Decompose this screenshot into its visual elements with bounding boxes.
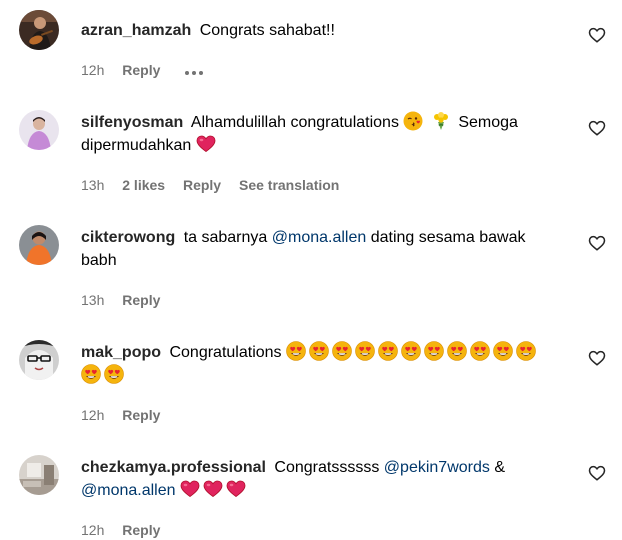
comment-text: silfenyosman Alhamdulillah congratulatio… [81,111,561,157]
comment-time[interactable]: 13h [81,177,104,193]
comment-body: ta sabarnya [183,229,268,246]
comment-time[interactable]: 13h [81,292,104,308]
comment-meta: 12h Reply [81,406,174,424]
see-translation-button[interactable]: See translation [239,177,339,193]
like-heart-icon[interactable] [588,119,606,137]
person-glasses-avatar [19,340,59,380]
comment-text: azran_hamzah Congrats sahabat!! [81,19,561,42]
heart-eyes-emoji [516,341,536,361]
red-heart-emoji [180,479,200,499]
red-heart-emoji [196,134,216,154]
comment-body-continued: Semoga [458,114,518,131]
comment-text: mak_popo Congratulations [81,341,561,387]
comment-body-ampersand: & [494,459,505,476]
person-orange-avatar [19,225,59,265]
comment-body: Congratssssss [274,459,380,476]
mention-link[interactable]: @mona.allen [272,229,367,246]
like-heart-icon[interactable] [588,464,606,482]
reply-button[interactable]: Reply [122,407,160,423]
like-heart-icon[interactable] [588,234,606,252]
comment-body-line2: dipermudahkan [81,137,192,154]
comment-text: chezkamya.professional Congratssssss @pe… [81,456,561,502]
heart-eyes-emoji [470,341,490,361]
comment-body-continued: dating sesama bawak [370,229,526,246]
heart-eyes-emoji [286,341,306,361]
red-heart-emoji [226,479,246,499]
comment-body-line2: babh [81,252,117,269]
comment-body: Alhamdulillah congratulations [190,114,399,131]
comment-time[interactable]: 12h [81,522,104,538]
like-heart-icon[interactable] [588,349,606,367]
comment-username[interactable]: cikterowong [81,229,175,246]
avatar[interactable] [19,10,59,50]
comment-meta: 13h 2 likes Reply See translation [81,176,353,194]
heart-eyes-emoji [493,341,513,361]
room-avatar [19,455,59,495]
person-guitar-avatar [19,10,59,50]
comment-meta: 12h Reply [81,521,174,539]
avatar[interactable] [19,455,59,495]
likes-count-button[interactable]: 2 likes [122,177,165,193]
kissing-face-emoji [403,111,424,131]
heart-eyes-emoji [401,341,421,361]
comment-username[interactable]: mak_popo [81,344,161,361]
reply-button[interactable]: Reply [122,522,160,538]
mention-link[interactable]: @mona.allen [81,482,176,499]
heart-eyes-emoji [104,364,124,384]
comment-body: Congratulations [169,344,282,361]
heart-eyes-emoji [309,341,329,361]
reply-button[interactable]: Reply [183,177,221,193]
red-heart-emoji [203,479,223,499]
like-heart-icon[interactable] [588,26,606,44]
person-pink-avatar [19,110,59,150]
avatar[interactable] [19,110,59,150]
comment-username[interactable]: azran_hamzah [81,22,191,39]
reply-button[interactable]: Reply [122,62,160,78]
comment-username[interactable]: chezkamya.professional [81,459,266,476]
comment-time[interactable]: 12h [81,407,104,423]
avatar[interactable] [19,225,59,265]
comment-meta: 12h Reply [81,61,218,80]
heart-eyes-emoji [424,341,444,361]
comment-body: Congrats sahabat!! [199,22,335,39]
heart-eyes-emoji [332,341,352,361]
mention-link[interactable]: @pekin7words [384,459,490,476]
heart-eyes-emoji [447,341,467,361]
heart-eyes-emoji [355,341,375,361]
more-options-icon[interactable] [184,62,204,80]
comment-username[interactable]: silfenyosman [81,114,183,131]
avatar[interactable] [19,340,59,380]
reply-button[interactable]: Reply [122,292,160,308]
bouquet-emoji [431,111,451,131]
heart-eyes-emoji [81,364,101,384]
heart-eyes-emoji [378,341,398,361]
emoji-group [180,479,249,499]
comment-text: cikterowong ta sabarnya @mona.allen dati… [81,226,561,272]
comment-time[interactable]: 12h [81,62,104,78]
comment-meta: 13h Reply [81,291,174,309]
